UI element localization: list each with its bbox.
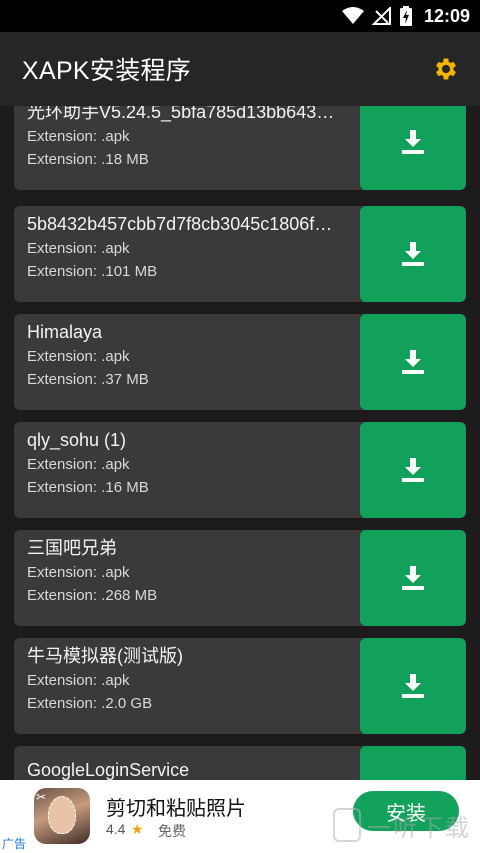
star-icon: ★ [131,821,144,837]
download-icon [402,674,424,698]
download-icon [402,350,424,374]
download-button[interactable] [360,314,466,410]
file-size: Extension: .18 MB [27,151,149,168]
list-item: Himalaya Extension: .apk Extension: .37 … [14,314,466,410]
file-extension: Extension: .apk [27,564,130,581]
file-name: 5b8432b457cbb7d7f8cb3045c1806f… [27,214,333,234]
scissors-icon: ✂ [36,790,47,804]
download-button[interactable] [360,530,466,626]
gear-icon [436,58,456,80]
file-size: Extension: .16 MB [27,479,149,496]
download-button[interactable] [360,638,466,734]
install-button[interactable]: 安装 [353,791,459,831]
file-size: Extension: .37 MB [27,371,149,388]
face-image [48,796,76,834]
no-signal-icon [371,7,392,25]
battery-charging-icon [399,6,412,26]
ad-app-icon: ✂ [34,788,90,844]
list-item: 光环助手V5.24.5_5bfa785d13bb643… Extension: … [14,106,466,190]
list-item: 牛马模拟器(测试版) Extension: .apk Extension: .2… [14,638,466,734]
list-item: 5b8432b457cbb7d7f8cb3045c1806f… Extensio… [14,206,466,302]
download-button[interactable] [360,106,466,190]
file-size: Extension: .101 MB [27,263,158,280]
ad-price: 免费 [158,823,186,839]
list-item: 三国吧兄弟 Extension: .apk Extension: .268 MB [14,530,466,626]
file-name: 三国吧兄弟 [27,538,117,558]
file-name: Himalaya [27,322,103,342]
settings-button[interactable] [426,49,466,89]
status-bar: 12:09 [0,0,480,32]
download-icon [402,130,424,154]
list-item: GoogleLoginService [14,746,466,780]
ad-rating: 4.4 [106,821,126,837]
app-bar: XAPK安装程序 [0,32,480,106]
file-extension: Extension: .apk [27,348,130,365]
download-button[interactable] [360,206,466,302]
ad-label: 广告 [2,837,27,851]
file-extension: Extension: .apk [27,128,130,145]
ad-title: 剪切和粘贴照片 [106,798,246,820]
file-list[interactable]: 光环助手V5.24.5_5bfa785d13bb643… Extension: … [0,106,480,780]
app-title: XAPK安装程序 [22,57,192,85]
file-name: qly_sohu (1) [27,430,127,450]
file-name: GoogleLoginService [27,760,190,780]
file-size: Extension: .268 MB [27,587,158,604]
list-item: qly_sohu (1) Extension: .apk Extension: … [14,422,466,518]
file-extension: Extension: .apk [27,240,130,257]
file-name: 牛马模拟器(测试版) [27,646,183,666]
file-name: 光环助手V5.24.5_5bfa785d13bb643… [27,106,335,122]
download-icon [402,566,424,590]
file-size: Extension: .2.0 GB [27,695,153,712]
download-icon [402,242,424,266]
status-time: 12:09 [423,5,470,26]
file-extension: Extension: .apk [27,456,130,473]
download-icon [402,458,424,482]
download-button[interactable] [360,746,466,780]
download-button[interactable] [360,422,466,518]
file-extension: Extension: .apk [27,672,130,689]
wifi-icon [341,7,364,25]
